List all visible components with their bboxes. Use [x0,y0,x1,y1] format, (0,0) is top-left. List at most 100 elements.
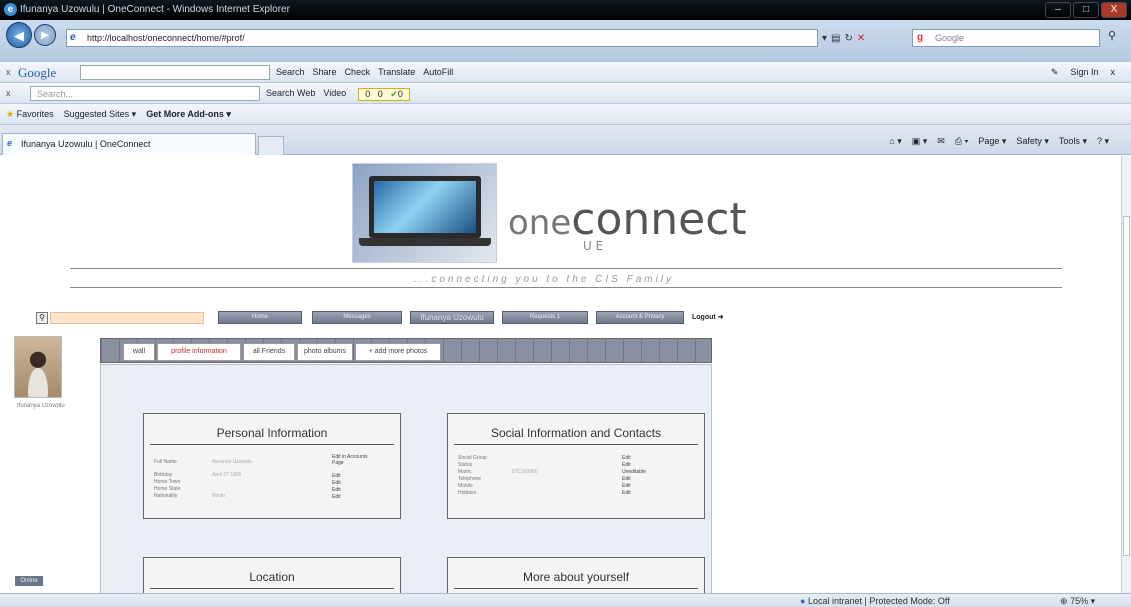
tab-add-photos[interactable]: + add more photos [355,343,441,361]
stop-icon[interactable]: ✕ [857,33,865,44]
close-toolbar-icon[interactable]: x [6,67,11,77]
compatibility-icon[interactable]: ▤ [831,33,840,44]
zoom-label: 75% [1070,596,1089,606]
zoom-control[interactable]: ⊕ 75% ▾ [1060,596,1095,607]
google-check-button[interactable]: Check [345,67,371,77]
menu-requests-button[interactable]: Requests 1 [502,311,588,324]
site-logo: oneconnect U E [508,194,747,253]
google-icon: g [917,32,924,43]
browser-tab[interactable]: e Ifunanya Uzowulu | OneConnect [2,133,256,155]
more-about-card: More about yourself [447,557,705,593]
favorites-bar: ★ Favorites Suggested Sites ▾ Get More A… [0,104,1131,125]
ie-icon: e [4,3,17,16]
edit-link[interactable]: Edit [622,476,631,482]
sign-in-button[interactable]: Sign In [1070,67,1098,78]
edit-link[interactable]: Edit [332,494,341,500]
refresh-icon[interactable]: ↻ [844,33,852,44]
favorites-button[interactable]: ★ Favorites [6,109,54,120]
vertical-scrollbar[interactable] [1121,156,1131,593]
field-label: Mobile [458,483,473,489]
tab-wall[interactable]: wall [123,343,155,361]
menu-account-button[interactable]: Account & Privacy [596,311,684,324]
divider [454,444,698,445]
tools-label: Tools [1058,136,1080,146]
close-google-toolbar-icon[interactable]: x [1111,67,1116,78]
profile-panel: Personal Information Full Name Ifunanya … [100,364,712,593]
google-translate-button[interactable]: Translate [378,67,415,77]
field-label: Birthday [154,472,173,478]
edit-link[interactable]: Edit [622,455,631,461]
help-icon[interactable]: ? ▾ [1097,136,1109,147]
suggested-sites-link[interactable]: Suggested Sites ▾ [64,109,137,120]
safety-menu[interactable]: Safety ▾ [1016,136,1049,147]
tab-all-friends[interactable]: all Friends [243,343,295,361]
dropdown-icon[interactable]: ▾ [822,33,827,44]
counter-3: 0 [397,89,403,99]
edit-link[interactable]: Edit [332,487,341,493]
favorites-items: ★ Favorites Suggested Sites ▾ Get More A… [6,109,231,120]
tab-photo-albums[interactable]: photo albums [297,343,353,361]
page-content: oneconnect U E ...connecting you to the … [0,156,1121,593]
page-label: Page [978,136,1000,146]
maximize-button[interactable]: □ [1073,2,1099,18]
edit-link[interactable]: Edit [622,462,631,468]
google-share-button[interactable]: Share [313,67,337,77]
search-toolbar: x Search... Search Web Video 0 0 ✔0 [0,83,1131,104]
edit-link[interactable]: Edit [332,473,341,479]
print-icon[interactable]: ⎙ ▾ [955,136,968,147]
field-label: Social Group [458,455,487,461]
logout-label: Logout [692,314,716,321]
google-autofill-button[interactable]: AutoFill [423,67,453,77]
video-button[interactable]: Video [323,88,346,101]
url-field[interactable]: e http://localhost/oneconnect/home/#prof… [66,29,818,47]
menu-messages-button[interactable]: Messages [312,311,402,324]
edit-link[interactable]: Edit in Accounts Page [332,454,368,466]
forward-button[interactable]: ▶ [34,24,56,46]
magnifier-icon[interactable]: ⚲ [1108,29,1116,42]
tools-menu[interactable]: Tools ▾ [1059,136,1087,147]
field-label: Matric [458,469,472,475]
edit-link[interactable]: Edit [622,490,631,496]
personal-info-card: Personal Information Full Name Ifunanya … [143,413,401,519]
close-search-toolbar-icon[interactable]: x [6,88,11,98]
search-web-button[interactable]: Search Web [266,88,315,101]
search-input[interactable]: g Google [912,29,1100,47]
edit-link[interactable]: Edit [622,483,631,489]
google-search-button[interactable]: Search [276,67,305,77]
google-search-box[interactable] [80,65,270,80]
scrollbar-thumb[interactable] [1123,216,1130,556]
counters: 0 0 ✔0 [358,88,410,101]
avatar[interactable] [14,336,62,398]
menu-profile-button[interactable]: Ifunanya Uzowulu [410,311,494,324]
page-menu[interactable]: Page ▾ [978,136,1006,147]
logout-link[interactable]: Logout ➜ [692,313,724,321]
home-icon[interactable]: ⌂ ▾ [889,136,901,147]
addons-label: Get More Add-ons [146,109,224,119]
brand-sub: U E [583,239,604,253]
minimize-button[interactable]: – [1045,2,1071,18]
window-title: Ifunanya Uzowulu | OneConnect - Windows … [20,4,290,15]
field-label: Home State [154,486,181,492]
addons-link[interactable]: Get More Add-ons ▾ [146,109,231,120]
tab-profile-information[interactable]: profile information [157,343,241,361]
personal-info-title: Personal Information [216,426,328,440]
site-search-input[interactable] [50,312,204,324]
wrench-icon[interactable]: ✎ [1051,67,1059,78]
toolbar-search-input[interactable]: Search... [30,86,260,101]
edit-link[interactable]: Edit [332,480,341,486]
menu-home-button[interactable]: Home [218,311,302,324]
search-placeholder: Google [935,33,965,43]
profile-tabs: wall profile information all Friends pho… [100,338,712,363]
search-icon[interactable]: ⚲ [36,312,48,324]
feeds-icon[interactable]: ▣ ▾ [912,136,928,147]
back-button[interactable]: ◀ [6,22,32,48]
laptop-base [359,238,491,246]
close-button[interactable]: X [1101,2,1127,18]
zone-label: Local intranet | Protected Mode: Off [807,596,950,606]
online-button[interactable]: Online [15,576,43,586]
new-tab-button[interactable] [258,136,284,155]
mail-icon[interactable]: ✉ [937,136,945,147]
tab-row: e Ifunanya Uzowulu | OneConnect ⌂ ▾ ▣ ▾ … [0,125,1131,155]
url-buttons: ▾ ▤ ↻ ✕ [822,29,865,47]
google-tools: Search Share Check Translate AutoFill [276,67,453,77]
